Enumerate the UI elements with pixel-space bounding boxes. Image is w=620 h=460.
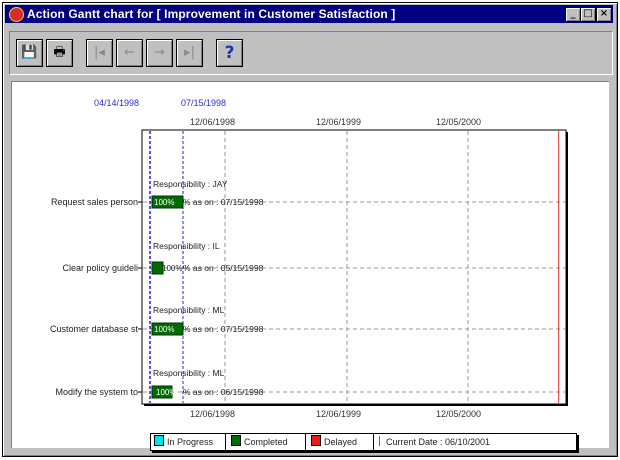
delayed-swatch (311, 435, 321, 446)
task-name-label: Clear policy guideli (62, 263, 138, 273)
task-status-label: % as on : 07/15/1998 (183, 324, 264, 334)
last-page-icon: ▸| (184, 45, 195, 60)
task-percent-label: 100% (156, 388, 176, 397)
legend-divider (373, 434, 374, 450)
print-icon: 🖶 (53, 45, 66, 60)
axis-tick-label: 12/06/1999 (316, 409, 361, 419)
app-icon (9, 7, 24, 22)
marker-date-label: 07/15/1998 (181, 98, 226, 108)
gantt-chart: 04/14/1998 07/15/1998 12/06/1998 12/06/1… (50, 98, 568, 419)
legend-label: Current Date : 06/10/2001 (386, 437, 491, 447)
completed-swatch (231, 435, 241, 446)
legend-current-date: Current Date : 06/10/2001 (379, 434, 490, 450)
task-status-label: % as on : 07/15/1998 (183, 197, 264, 207)
legend-label: Delayed (324, 437, 358, 447)
axis-tick-label: 12/05/2000 (436, 117, 481, 127)
axis-tick-label: 12/06/1998 (190, 117, 235, 127)
legend-delayed: Delayed (311, 434, 357, 450)
legend-in-progress: In Progress (154, 434, 213, 450)
axis-tick-label: 12/06/1999 (316, 117, 361, 127)
next-page-button[interactable]: → (146, 39, 173, 67)
legend-divider (225, 434, 226, 450)
legend-divider (305, 434, 306, 450)
legend-label: In Progress (167, 437, 214, 447)
task-status-label: % as on : 05/15/1998 (183, 263, 264, 273)
task-status-label: % as on : 06/15/1998 (183, 387, 264, 397)
marker-date-label: 04/14/1998 (94, 98, 139, 108)
previous-page-icon: ← (124, 45, 135, 60)
responsibility-label: Responsibility : ML (153, 305, 225, 315)
save-icon: 💾 (21, 45, 38, 60)
legend-completed: Completed (231, 434, 288, 450)
chart-legend: In Progress Completed Delayed Current Da… (150, 433, 577, 451)
previous-page-button[interactable]: ← (116, 39, 143, 67)
in-progress-swatch (154, 435, 164, 446)
task-name-label: Modify the system to (55, 387, 138, 397)
window-title: Action Gantt chart for [ Improvement in … (27, 7, 396, 21)
next-page-icon: → (154, 45, 165, 60)
help-icon: ? (224, 43, 235, 63)
task-name-label: Request sales person (51, 197, 138, 207)
axis-tick-label: 12/06/1998 (190, 409, 235, 419)
minimize-button[interactable]: _ (565, 7, 581, 22)
responsibility-label: Responsibility : JAY (153, 179, 228, 189)
current-date-swatch (379, 436, 380, 446)
task-name-label: Customer database st (50, 324, 139, 334)
gantt-chart-area: 04/14/1998 07/15/1998 12/06/1998 12/06/1… (11, 81, 609, 451)
maximize-button[interactable]: □ (580, 7, 596, 22)
task-percent-label: 100% (154, 325, 174, 334)
gantt-window: Action Gantt chart for [ Improvement in … (2, 2, 618, 457)
close-button[interactable]: × (596, 7, 612, 22)
responsibility-label: Responsibility : IL (153, 241, 220, 251)
last-page-button[interactable]: ▸| (176, 39, 203, 67)
save-button[interactable]: 💾 (16, 39, 43, 67)
axis-tick-label: 12/05/2000 (436, 409, 481, 419)
first-page-icon: |◂ (94, 45, 105, 60)
task-percent-label: 100% (162, 264, 182, 273)
help-button[interactable]: ? (216, 39, 243, 67)
first-page-button[interactable]: |◂ (86, 39, 113, 67)
toolbar: 💾 🖶 |◂ ← → ▸| ? (9, 31, 613, 75)
task-percent-label: 100% (154, 198, 174, 207)
print-button[interactable]: 🖶 (46, 39, 73, 67)
responsibility-label: Responsibility : ML (153, 368, 225, 378)
title-bar[interactable]: Action Gantt chart for [ Improvement in … (5, 5, 613, 23)
legend-label: Completed (244, 437, 288, 447)
